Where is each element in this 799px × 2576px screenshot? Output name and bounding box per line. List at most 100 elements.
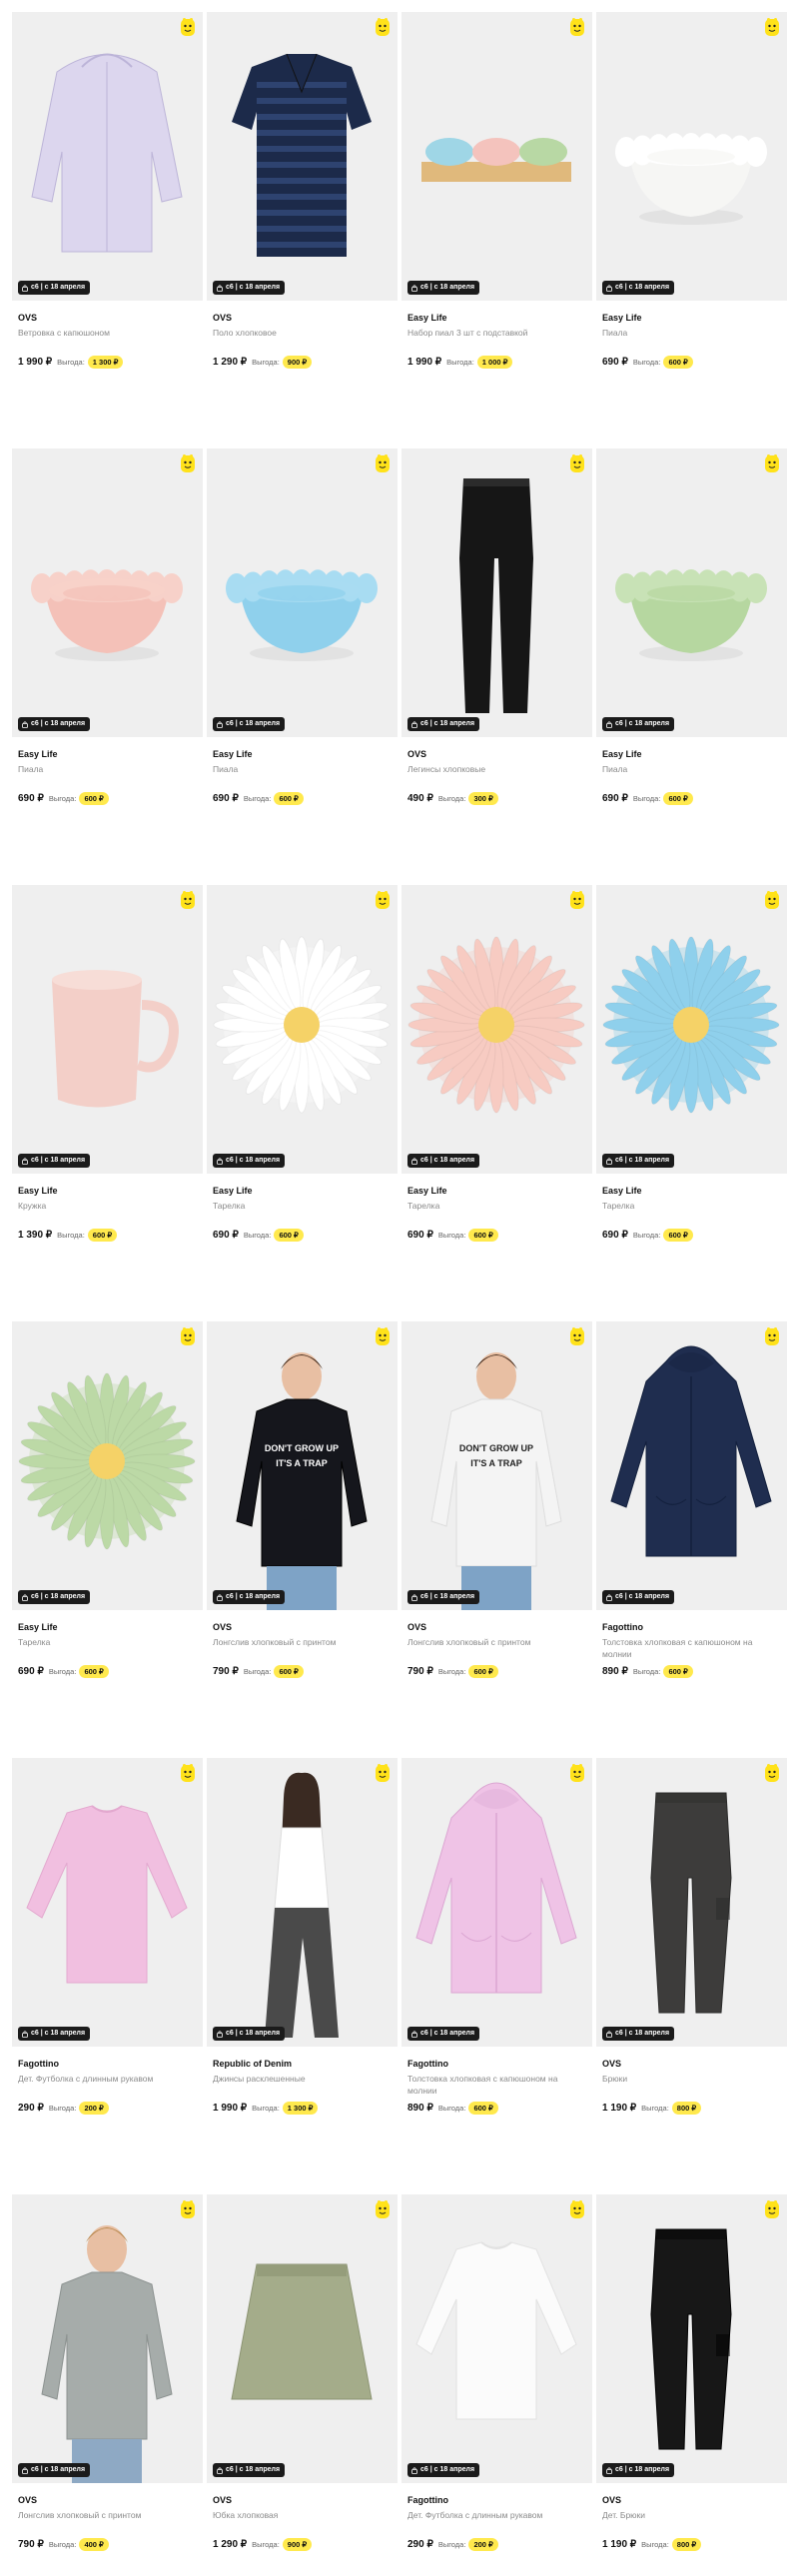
product-photo[interactable]: с6 | с 18 апреля: [207, 885, 398, 1174]
product-name[interactable]: Пиала: [602, 327, 782, 339]
product-photo[interactable]: с6 | с 18 апреля: [401, 1758, 592, 2047]
product-brand[interactable]: Easy Life: [602, 313, 642, 323]
product-name[interactable]: Пиала: [18, 763, 198, 775]
product-name[interactable]: Поло хлопковое: [213, 327, 393, 339]
product-name[interactable]: Тарелка: [18, 1636, 198, 1648]
product-card-16[interactable]: с6 | с 18 апреля Fagottino Толстовка хло…: [596, 1321, 787, 1758]
product-photo[interactable]: с6 | с 18 апреля: [401, 2194, 592, 2483]
product-name[interactable]: Тарелка: [602, 1200, 782, 1212]
product-photo[interactable]: с6 | с 18 апреля: [596, 2194, 787, 2483]
product-brand[interactable]: OVS: [18, 313, 37, 323]
product-card-17[interactable]: с6 | с 18 апреля Fagottino Дет. Футболка…: [12, 1758, 203, 2194]
product-card-5[interactable]: с6 | с 18 апреля Easy Life Пиала 690 ₽ В…: [12, 448, 203, 885]
product-photo[interactable]: с6 | с 18 апреля: [207, 1758, 398, 2047]
product-name[interactable]: Кружка: [18, 1200, 198, 1212]
product-brand[interactable]: Easy Life: [407, 313, 447, 323]
product-card-11[interactable]: с6 | с 18 апреля Easy Life Тарелка 690 ₽…: [401, 885, 592, 1321]
product-photo[interactable]: с6 | с 18 апреля: [401, 448, 592, 737]
product-brand[interactable]: Fagottino: [602, 1622, 643, 1632]
product-card-22[interactable]: с6 | с 18 апреля OVS Юбка хлопковая 1 29…: [207, 2194, 398, 2576]
product-photo[interactable]: с6 | с 18 апреля: [12, 1321, 203, 1610]
product-name[interactable]: Ветровка с капюшоном: [18, 327, 198, 339]
product-brand[interactable]: Easy Life: [602, 749, 642, 759]
product-name[interactable]: Брюки: [602, 2073, 782, 2085]
product-name[interactable]: Легинсы хлопковые: [407, 763, 587, 775]
product-card-14[interactable]: DON'T GROW UP IT'S A TRAP с6 | с 18 апрел…: [207, 1321, 398, 1758]
product-photo[interactable]: с6 | с 18 апреля: [596, 1758, 787, 2047]
product-brand[interactable]: Easy Life: [213, 749, 253, 759]
product-name[interactable]: Толстовка хлопковая с капюшоном на молни…: [407, 2073, 587, 2097]
product-card-19[interactable]: с6 | с 18 апреля Fagottino Толстовка хло…: [401, 1758, 592, 2194]
product-brand[interactable]: Fagottino: [407, 2059, 448, 2069]
product-card-8[interactable]: с6 | с 18 апреля Easy Life Пиала 690 ₽ В…: [596, 448, 787, 885]
product-brand[interactable]: Fagottino: [18, 2059, 59, 2069]
product-brand[interactable]: OVS: [18, 2495, 37, 2505]
product-brand[interactable]: OVS: [213, 2495, 232, 2505]
product-card-18[interactable]: с6 | с 18 апреля Republic of Denim Джинс…: [207, 1758, 398, 2194]
bag-icon: [217, 1593, 223, 1601]
product-card-21[interactable]: с6 | с 18 апреля OVS Лонгслив хлопковый …: [12, 2194, 203, 2576]
product-photo[interactable]: с6 | с 18 апреля: [401, 12, 592, 301]
product-card-9[interactable]: с6 | с 18 апреля Easy Life Кружка 1 390 …: [12, 885, 203, 1321]
product-card-1[interactable]: с6 | с 18 апреля OVS Ветровка с капюшоно…: [12, 12, 203, 448]
product-brand[interactable]: Easy Life: [213, 1186, 253, 1196]
product-photo[interactable]: DON'T GROW UP IT'S A TRAP с6 | с 18 апрел…: [401, 1321, 592, 1610]
product-name[interactable]: Лонгслив хлопковый с принтом: [18, 2509, 198, 2521]
product-brand[interactable]: OVS: [602, 2495, 621, 2505]
product-photo[interactable]: с6 | с 18 апреля: [596, 885, 787, 1174]
product-card-6[interactable]: с6 | с 18 апреля Easy Life Пиала 690 ₽ В…: [207, 448, 398, 885]
product-card-4[interactable]: с6 | с 18 апреля Easy Life Пиала 690 ₽ В…: [596, 12, 787, 448]
product-card-2[interactable]: с6 | с 18 апреля OVS Поло хлопковое 1 29…: [207, 12, 398, 448]
product-name[interactable]: Тарелка: [213, 1200, 393, 1212]
product-name[interactable]: Лонгслив хлопковый с принтом: [407, 1636, 587, 1648]
product-name[interactable]: Пиала: [602, 763, 782, 775]
product-photo[interactable]: с6 | с 18 апреля: [12, 12, 203, 301]
product-brand[interactable]: Easy Life: [407, 1186, 447, 1196]
product-name[interactable]: Тарелка: [407, 1200, 587, 1212]
product-card-24[interactable]: с6 | с 18 апреля OVS Дет. Брюки 1 190 ₽ …: [596, 2194, 787, 2576]
product-name[interactable]: Пиала: [213, 763, 393, 775]
product-card-23[interactable]: с6 | с 18 апреля Fagottino Дет. Футболка…: [401, 2194, 592, 2576]
product-name[interactable]: Дет. Брюки: [602, 2509, 782, 2521]
product-photo[interactable]: с6 | с 18 апреля: [207, 2194, 398, 2483]
product-brand[interactable]: OVS: [213, 1622, 232, 1632]
product-photo[interactable]: с6 | с 18 апреля: [401, 885, 592, 1174]
product-brand[interactable]: Easy Life: [602, 1186, 642, 1196]
savings-label: Выгода:: [57, 357, 85, 367]
product-photo[interactable]: с6 | с 18 апреля: [207, 448, 398, 737]
product-brand[interactable]: Fagottino: [407, 2495, 448, 2505]
product-name[interactable]: Толстовка хлопковая с капюшоном на молни…: [602, 1636, 782, 1660]
black-leggings-image: [459, 478, 533, 713]
product-brand[interactable]: OVS: [407, 1622, 426, 1632]
product-photo[interactable]: с6 | с 18 апреля: [596, 12, 787, 301]
product-brand[interactable]: OVS: [602, 2059, 621, 2069]
product-photo[interactable]: с6 | с 18 апреля: [12, 448, 203, 737]
product-brand[interactable]: Easy Life: [18, 749, 58, 759]
product-card-7[interactable]: с6 | с 18 апреля OVS Легинсы хлопковые 4…: [401, 448, 592, 885]
product-brand[interactable]: Easy Life: [18, 1622, 58, 1632]
product-brand[interactable]: OVS: [213, 313, 232, 323]
product-photo[interactable]: с6 | с 18 апреля: [12, 1758, 203, 2047]
product-name[interactable]: Дет. Футболка с длинным рукавом: [18, 2073, 198, 2085]
product-card-10[interactable]: с6 | с 18 апреля Easy Life Тарелка 690 ₽…: [207, 885, 398, 1321]
product-photo[interactable]: с6 | с 18 апреля: [596, 448, 787, 737]
product-card-20[interactable]: с6 | с 18 апреля OVS Брюки 1 190 ₽ Выгод…: [596, 1758, 787, 2194]
product-name[interactable]: Дет. Футболка с длинным рукавом: [407, 2509, 587, 2521]
product-photo[interactable]: DON'T GROW UP IT'S A TRAP с6 | с 18 апрел…: [207, 1321, 398, 1610]
product-brand[interactable]: Easy Life: [18, 1186, 58, 1196]
product-photo[interactable]: с6 | с 18 апреля: [12, 2194, 203, 2483]
product-name[interactable]: Юбка хлопковая: [213, 2509, 393, 2521]
product-name[interactable]: Набор пиал 3 шт с подставкой: [407, 327, 587, 339]
product-photo[interactable]: с6 | с 18 апреля: [596, 1321, 787, 1610]
product-name[interactable]: Лонгслив хлопковый с принтом: [213, 1636, 393, 1648]
product-photo[interactable]: с6 | с 18 апреля: [207, 12, 398, 301]
product-card-15[interactable]: DON'T GROW UP IT'S A TRAP с6 | с 18 апрел…: [401, 1321, 592, 1758]
product-card-12[interactable]: с6 | с 18 апреля Easy Life Тарелка 690 ₽…: [596, 885, 787, 1321]
product-card-13[interactable]: с6 | с 18 апреля Easy Life Тарелка 690 ₽…: [12, 1321, 203, 1758]
product-card-3[interactable]: с6 | с 18 апреля Easy Life Набор пиал 3 …: [401, 12, 592, 448]
product-brand[interactable]: Republic of Denim: [213, 2059, 292, 2069]
savings-label: Выгода:: [641, 2103, 669, 2113]
product-photo[interactable]: с6 | с 18 апреля: [12, 885, 203, 1174]
product-name[interactable]: Джинсы расклешенные: [213, 2073, 393, 2085]
product-brand[interactable]: OVS: [407, 749, 426, 759]
